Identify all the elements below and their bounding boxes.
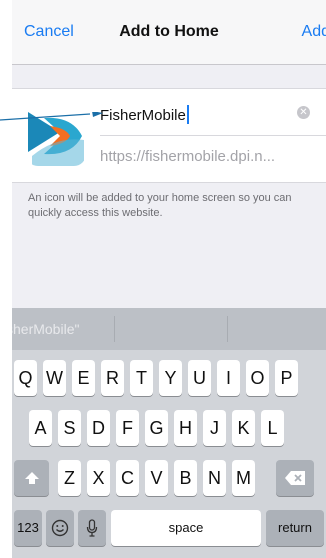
text-cursor — [186, 105, 189, 124]
key-d[interactable]: D — [87, 410, 110, 446]
key-s[interactable]: S — [58, 410, 81, 446]
delete-key[interactable] — [276, 460, 314, 496]
emoji-key[interactable] — [46, 510, 74, 546]
add-button[interactable]: Add — [302, 23, 326, 41]
key-j[interactable]: J — [203, 410, 226, 446]
key-v[interactable]: V — [145, 460, 168, 496]
key-q[interactable]: Q — [14, 360, 37, 396]
keyboard: sherMobile" Q W E R T Y U I O P A S D F … — [12, 308, 326, 558]
url-field: https://fishermobile.dpi.n... — [100, 148, 276, 165]
shift-key[interactable] — [14, 460, 49, 496]
key-k[interactable]: K — [232, 410, 255, 446]
key-h[interactable]: H — [174, 410, 197, 446]
numbers-key[interactable]: 123 — [14, 510, 42, 546]
key-u[interactable]: U — [188, 360, 211, 396]
key-i[interactable]: I — [217, 360, 240, 396]
key-o[interactable]: O — [246, 360, 269, 396]
add-to-home-sheet: Cancel Add to Home Add FisherMobile ✕ ht… — [12, 0, 326, 558]
microphone-icon — [86, 518, 98, 538]
key-f[interactable]: F — [116, 410, 139, 446]
prediction-item[interactable] — [115, 308, 227, 350]
callout-pointer — [0, 112, 103, 121]
bookmark-card: FisherMobile ✕ https://fishermobile.dpi.… — [12, 88, 326, 183]
clear-text-icon[interactable]: ✕ — [297, 106, 310, 119]
key-m[interactable]: M — [232, 460, 255, 496]
emoji-icon — [51, 518, 69, 538]
name-field-value: FisherMobile — [100, 105, 189, 124]
hint-text: An icon will be added to your home scree… — [28, 192, 292, 219]
dictation-key[interactable] — [78, 510, 106, 546]
key-r[interactable]: R — [101, 360, 124, 396]
prediction-bar: sherMobile" — [12, 308, 326, 350]
key-w[interactable]: W — [43, 360, 66, 396]
page-title: Add to Home — [119, 23, 219, 40]
key-t[interactable]: T — [130, 360, 153, 396]
key-y[interactable]: Y — [159, 360, 182, 396]
navigation-bar: Cancel Add to Home Add — [12, 0, 326, 65]
key-x[interactable]: X — [87, 460, 110, 496]
prediction-item[interactable]: sherMobile" — [12, 308, 114, 350]
key-a[interactable]: A — [29, 410, 52, 446]
key-c[interactable]: C — [116, 460, 139, 496]
key-g[interactable]: G — [145, 410, 168, 446]
key-p[interactable]: P — [275, 360, 298, 396]
return-key[interactable]: return — [266, 510, 324, 546]
key-l[interactable]: L — [261, 410, 284, 446]
key-z[interactable]: Z — [58, 460, 81, 496]
name-field[interactable]: FisherMobile ✕ — [100, 89, 326, 136]
key-b[interactable]: B — [174, 460, 197, 496]
delete-icon — [284, 468, 306, 488]
key-e[interactable]: E — [72, 360, 95, 396]
key-n[interactable]: N — [203, 460, 226, 496]
prediction-item[interactable] — [228, 308, 326, 350]
shift-icon — [24, 468, 40, 488]
space-key[interactable]: space — [111, 510, 261, 546]
